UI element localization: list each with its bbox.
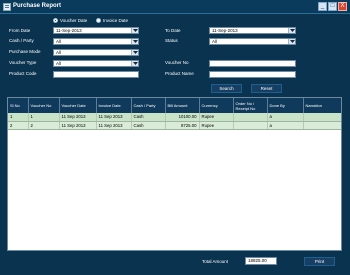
table-cell: 2 (28, 121, 60, 130)
table-cell: Rupee (199, 113, 234, 122)
product-name-label: Product Name (165, 71, 194, 76)
product-code-input[interactable] (53, 71, 139, 78)
purchase-mode-value: All (56, 50, 62, 55)
table-cell: 11 Sep 2013 (59, 121, 97, 130)
column-header[interactable]: Invoice Date (96, 98, 132, 113)
table-row[interactable]: 1 1 11 Sep 2013 11 Sep 2013 Cash 10100.0… (8, 113, 341, 122)
column-header[interactable]: Voucher Date (59, 98, 97, 113)
table-cell: 11 Sep 2013 (96, 121, 132, 130)
table-cell: Cash (131, 113, 166, 122)
invoice-date-radio-label: Invoice Date (103, 18, 129, 23)
voucher-type-label: Voucher Type (9, 60, 37, 65)
voucher-date-radio-label: Voucher Date (60, 18, 88, 23)
column-header[interactable]: Sl No (8, 98, 29, 113)
window-title: Purchase Report (13, 3, 62, 9)
table-cell: 11 Sep 2013 (96, 113, 132, 122)
table-cell: 8725.00 (165, 121, 200, 130)
title-bar: Purchase Report _ □ X (0, 0, 350, 14)
print-button[interactable]: Print (304, 257, 335, 266)
table-cell: 11 Sep 2013 (59, 113, 97, 122)
chevron-down-icon[interactable] (131, 50, 138, 55)
invoice-date-radio[interactable] (96, 18, 101, 23)
purchase-mode-label: Purchase Mode (9, 49, 41, 54)
table-cell: Cash (131, 121, 166, 130)
column-header[interactable]: Cash / Party (131, 98, 166, 113)
product-code-label: Product Code (9, 71, 37, 76)
table-cell: a (267, 121, 304, 130)
table-cell (303, 113, 341, 122)
reset-button[interactable]: Reset (251, 84, 282, 93)
search-button[interactable]: Search (211, 84, 242, 93)
from-date-picker[interactable]: 11-Sep-2013 (53, 27, 139, 34)
product-name-input[interactable] (209, 71, 296, 78)
maximize-button[interactable]: □ (328, 2, 337, 11)
column-header[interactable]: Voucher No (28, 98, 60, 113)
close-button[interactable]: X (338, 2, 347, 11)
from-date-value: 11-Sep-2013 (56, 28, 82, 33)
voucher-date-radio[interactable] (53, 18, 58, 23)
total-amount-field: 18825.00 (245, 257, 277, 265)
results-table: Sl No Voucher No Voucher Date Invoice Da… (8, 98, 341, 130)
minimize-button[interactable]: _ (318, 2, 327, 11)
voucher-no-input[interactable] (209, 60, 296, 67)
to-date-value: 11-Sep-2013 (212, 28, 238, 33)
column-header[interactable]: Done By (267, 98, 304, 113)
from-date-label: From Date (9, 28, 31, 33)
column-header[interactable]: Bill Amount (165, 98, 200, 113)
voucher-type-value: All (56, 61, 62, 66)
table-cell (233, 113, 268, 122)
status-value: All (212, 39, 218, 44)
cash-party-select[interactable]: All (53, 38, 139, 45)
table-cell (233, 121, 268, 130)
to-date-picker[interactable]: 11-Sep-2013 (209, 27, 296, 34)
status-label: Status (165, 38, 178, 43)
purchase-mode-select[interactable]: All (53, 49, 139, 56)
chevron-down-icon[interactable] (131, 61, 138, 66)
status-select[interactable]: All (209, 38, 296, 45)
cash-party-label: Cash / Party (9, 38, 34, 43)
voucher-type-select[interactable]: All (53, 60, 139, 67)
chevron-down-icon[interactable] (288, 28, 295, 33)
table-cell: Rupee (199, 121, 234, 130)
table-cell: a (267, 113, 304, 122)
table-cell (303, 121, 341, 130)
total-amount-label: Total Amount (202, 259, 229, 264)
voucher-no-label: Voucher No (165, 60, 189, 65)
report-icon (3, 3, 11, 11)
column-header[interactable]: Order No / Receipt No (233, 98, 268, 113)
column-header[interactable]: Narration (303, 98, 341, 113)
chevron-down-icon[interactable] (288, 39, 295, 44)
column-header[interactable]: Currency (199, 98, 234, 113)
chevron-down-icon[interactable] (131, 39, 138, 44)
table-cell: 10100.00 (165, 113, 200, 122)
table-cell: 1 (8, 113, 29, 122)
table-header-row: Sl No Voucher No Voucher Date Invoice Da… (8, 98, 341, 113)
table-row[interactable]: 2 2 11 Sep 2013 11 Sep 2013 Cash 8725.00… (8, 121, 341, 130)
to-date-label: To Date (165, 28, 181, 33)
table-cell: 2 (8, 121, 29, 130)
chevron-down-icon[interactable] (131, 28, 138, 33)
cash-party-value: All (56, 39, 62, 44)
table-cell: 1 (28, 113, 60, 122)
results-grid[interactable]: Sl No Voucher No Voucher Date Invoice Da… (7, 97, 342, 251)
